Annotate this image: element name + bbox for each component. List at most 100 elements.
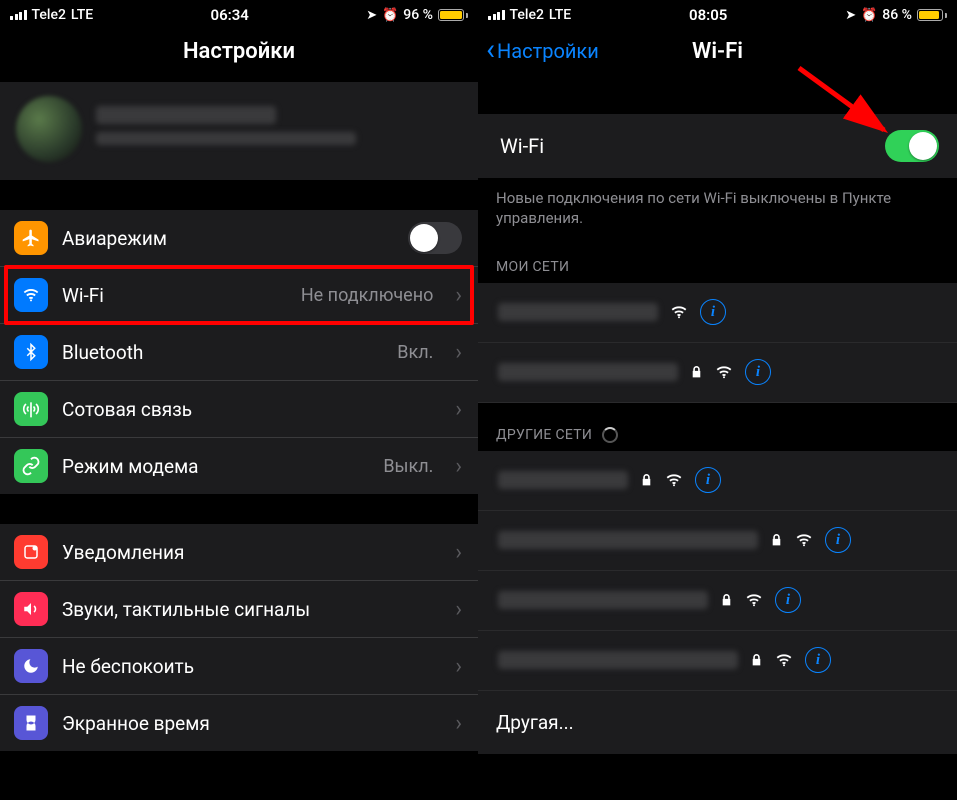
settings-group-connectivity: Авиарежим Wi-Fi Не подключено › Bluetoot… [0, 210, 478, 494]
row-bluetooth[interactable]: Bluetooth Вкл. › [0, 324, 478, 381]
airplane-label: Авиарежим [62, 227, 394, 250]
network-type: LTE [549, 7, 571, 23]
network-name-blurred [498, 531, 758, 549]
status-bar-left: Tele2 LTE 06:34 ➤ ⏰ 96 % [0, 0, 478, 28]
wifi-toggle[interactable] [885, 130, 939, 162]
screen-time-icon [14, 706, 48, 740]
settings-group-general: Уведомления › Звуки, тактильные сигналы … [0, 524, 478, 751]
bluetooth-label: Bluetooth [62, 341, 383, 364]
dnd-label: Не беспокоить [62, 655, 433, 678]
profile-text [96, 106, 356, 153]
nav-bar: ‹ Настройки Wi-Fi [478, 28, 957, 74]
battery-percent: 86 % [882, 7, 912, 23]
other-network-label: Другая... [496, 711, 574, 734]
bluetooth-icon [14, 335, 48, 369]
chevron-left-icon: ‹ [486, 35, 495, 65]
sounds-label: Звуки, тактильные сигналы [62, 598, 433, 621]
airplane-toggle[interactable] [408, 222, 462, 254]
status-time: 06:34 [211, 6, 249, 24]
wifi-strength-icon [775, 653, 793, 667]
info-icon[interactable]: i [805, 647, 831, 673]
dnd-icon [14, 649, 48, 683]
network-name-blurred [498, 591, 708, 609]
network-name-blurred [498, 651, 738, 669]
network-row[interactable]: i [478, 631, 957, 691]
network-row[interactable]: i [478, 571, 957, 631]
other-network-row[interactable]: Другая... [478, 691, 957, 754]
notifications-icon [14, 535, 48, 569]
info-icon[interactable]: i [775, 587, 801, 613]
network-name-blurred [498, 471, 628, 489]
info-icon[interactable]: i [825, 527, 851, 553]
row-screen-time[interactable]: Экранное время › [0, 695, 478, 751]
back-label: Настройки [497, 39, 599, 63]
avatar [16, 96, 82, 162]
row-notifications[interactable]: Уведомления › [0, 524, 478, 581]
battery-icon [438, 9, 468, 21]
wifi-status: Не подключено [301, 285, 434, 306]
wifi-strength-icon [795, 533, 813, 547]
chevron-right-icon: › [455, 454, 462, 479]
signal-icon [488, 10, 505, 20]
other-networks-header: ДРУГИЕ СЕТИ [478, 403, 957, 451]
network-name-blurred [498, 363, 678, 381]
lock-icon [720, 592, 733, 608]
bluetooth-status: Вкл. [397, 342, 433, 363]
row-airplane[interactable]: Авиарежим [0, 210, 478, 267]
status-bar-right: Tele2 LTE 08:05 ➤ ⏰ 86 % [478, 0, 957, 28]
apple-id-row[interactable] [0, 82, 478, 180]
wifi-strength-icon [745, 593, 763, 607]
my-networks-header: МОИ СЕТИ [478, 235, 957, 283]
nav-bar: Настройки [0, 28, 478, 74]
hotspot-icon [14, 449, 48, 483]
wifi-strength-icon [715, 365, 733, 379]
lock-icon [690, 364, 703, 380]
cellular-label: Сотовая связь [62, 398, 433, 421]
cellular-icon [14, 392, 48, 426]
lock-icon [750, 652, 763, 668]
lock-icon [770, 532, 783, 548]
carrier-label: Tele2 [510, 7, 544, 23]
back-button[interactable]: ‹ Настройки [486, 38, 599, 65]
info-icon[interactable]: i [700, 299, 726, 325]
alarm-icon: ⏰ [861, 8, 877, 23]
page-title: Wi-Fi [692, 39, 743, 64]
network-row[interactable]: i [478, 343, 957, 403]
battery-percent: 96 % [403, 7, 433, 23]
row-wifi[interactable]: Wi-Fi Не подключено › [0, 267, 478, 324]
chevron-right-icon: › [455, 540, 462, 565]
row-cellular[interactable]: Сотовая связь › [0, 381, 478, 438]
signal-icon [10, 10, 27, 20]
row-sounds[interactable]: Звуки, тактильные сигналы › [0, 581, 478, 638]
screen-time-label: Экранное время [62, 712, 433, 735]
network-name-blurred [498, 303, 658, 321]
page-title: Настройки [183, 39, 295, 64]
battery-icon [917, 9, 947, 21]
info-icon[interactable]: i [695, 467, 721, 493]
wifi-note: Новые подключения по сети Wi-Fi выключен… [478, 178, 957, 235]
wifi-master-row: Wi-Fi [478, 114, 957, 178]
alarm-icon: ⏰ [382, 8, 398, 23]
wifi-strength-icon [670, 305, 688, 319]
row-dnd[interactable]: Не беспокоить › [0, 638, 478, 695]
wifi-screen: Tele2 LTE 08:05 ➤ ⏰ 86 % ‹ Настройки Wi-… [478, 0, 957, 800]
chevron-right-icon: › [455, 283, 462, 308]
network-row[interactable]: i [478, 511, 957, 571]
hotspot-label: Режим модема [62, 455, 369, 478]
chevron-right-icon: › [455, 340, 462, 365]
info-icon[interactable]: i [745, 359, 771, 385]
network-row[interactable]: i [478, 283, 957, 343]
network-row[interactable]: i [478, 451, 957, 511]
spinner-icon [602, 427, 618, 443]
row-hotspot[interactable]: Режим модема Выкл. › [0, 438, 478, 494]
carrier-label: Tele2 [32, 7, 66, 23]
notifications-label: Уведомления [62, 541, 433, 564]
status-time: 08:05 [689, 6, 727, 24]
lock-icon [640, 472, 653, 488]
network-type: LTE [71, 7, 93, 23]
settings-screen: Tele2 LTE 06:34 ➤ ⏰ 96 % Настройки Ав [0, 0, 478, 800]
chevron-right-icon: › [455, 711, 462, 736]
airplane-icon [14, 221, 48, 255]
location-icon: ➤ [366, 8, 377, 23]
wifi-toggle-label: Wi-Fi [500, 134, 544, 158]
